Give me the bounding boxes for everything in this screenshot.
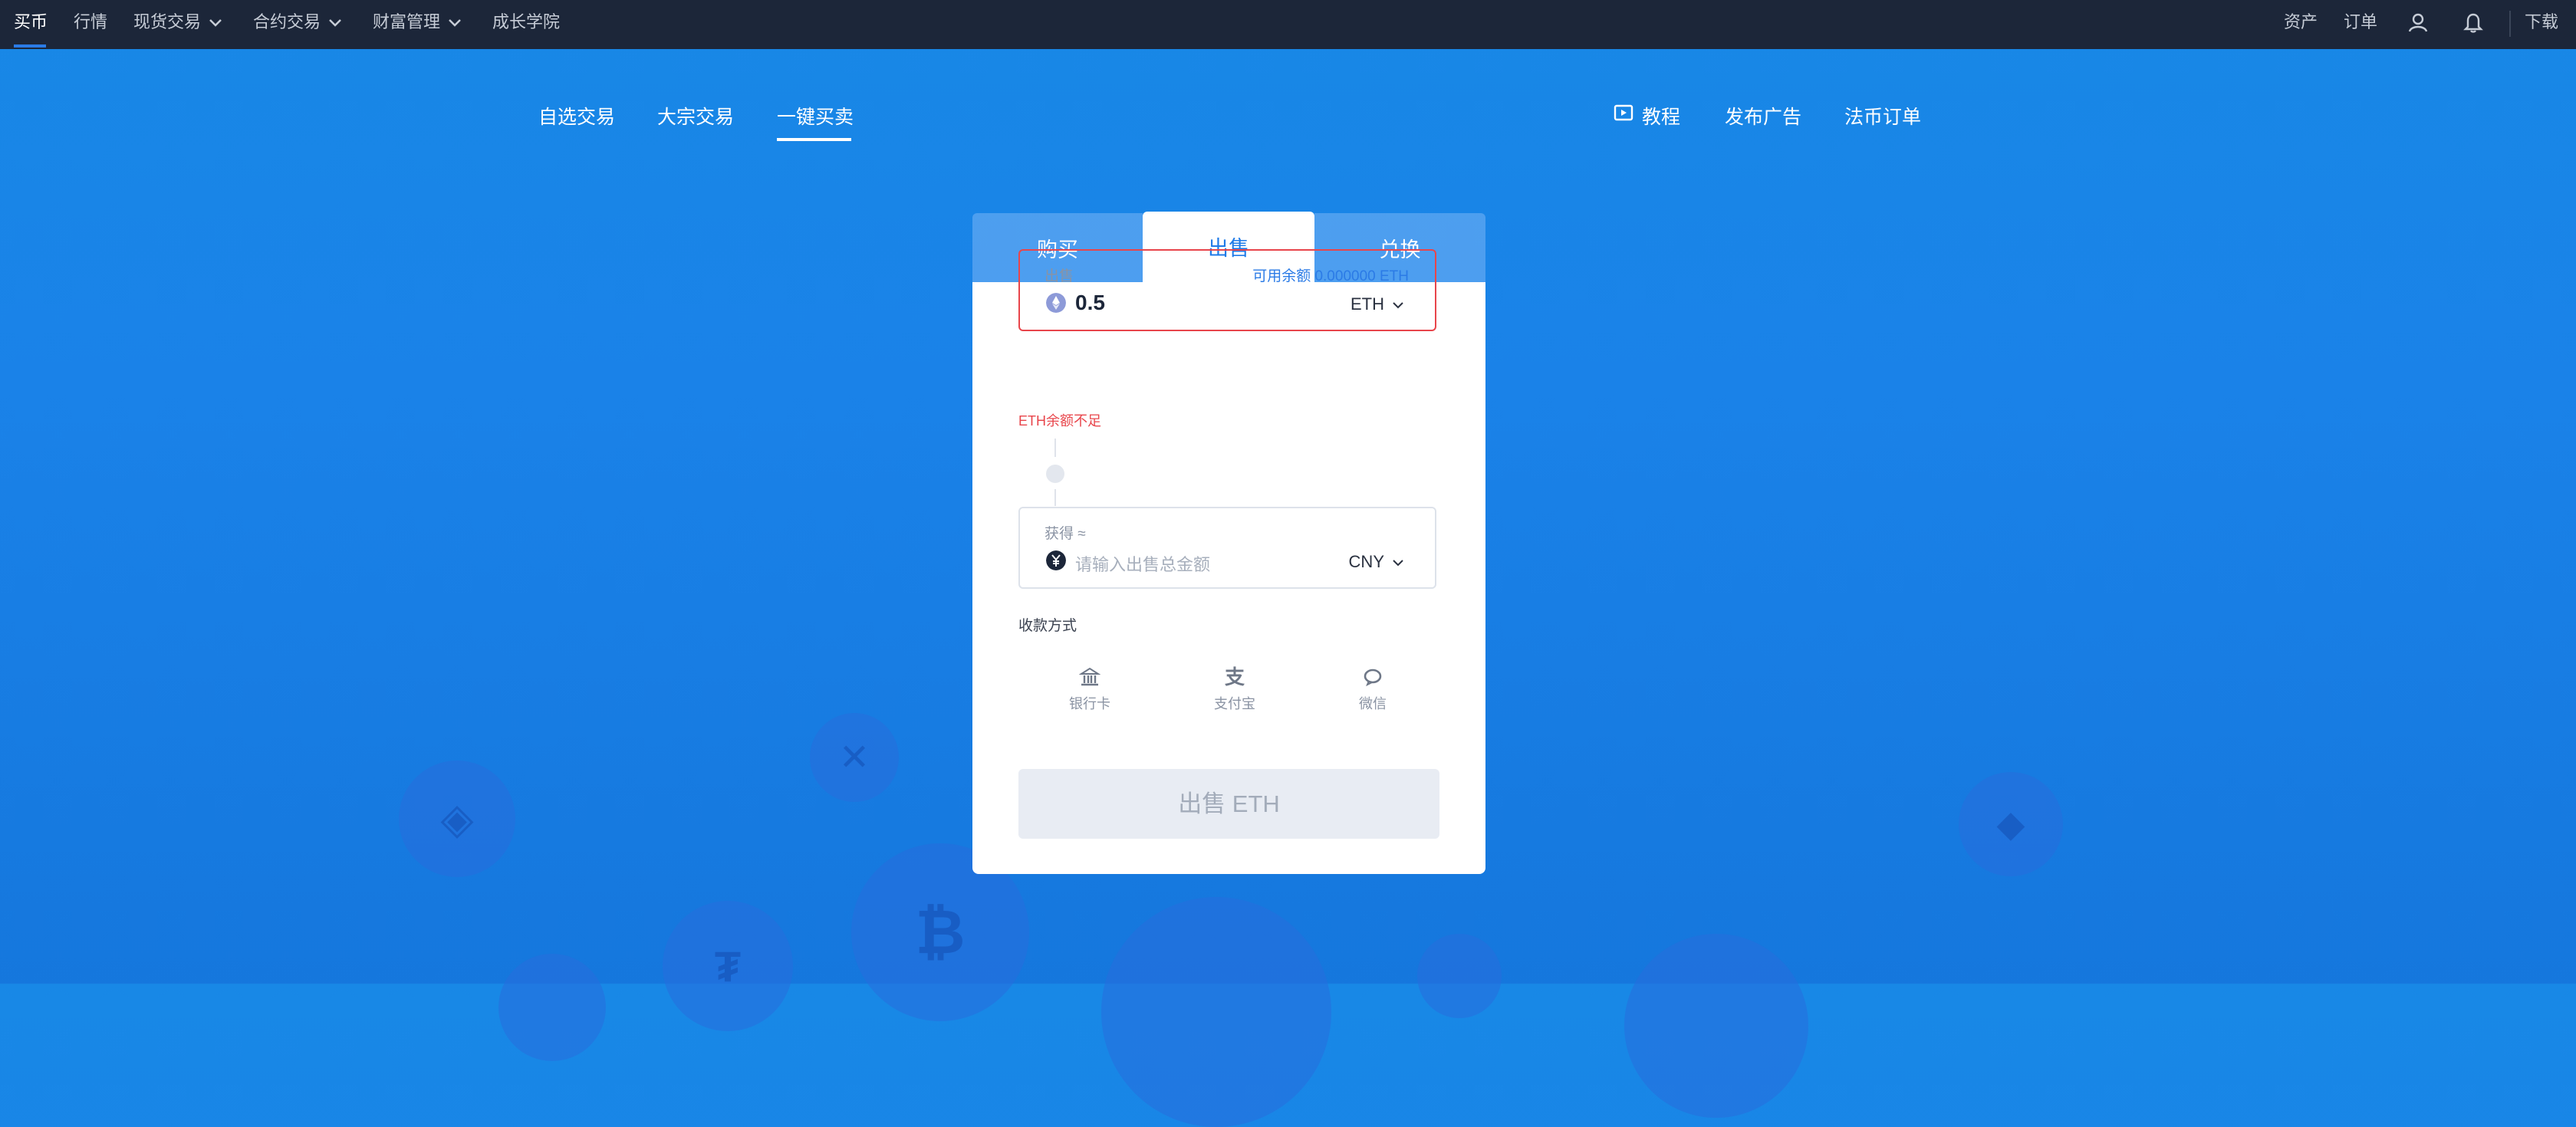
bell-icon[interactable]: [2462, 11, 2485, 34]
receive-field-label: 获得 ≈: [1045, 526, 1086, 542]
eth-icon: [1046, 293, 1066, 313]
top-nav: 买币 行情 现货交易 合约交易 财富管理 成长学院 资产 订单 下载: [0, 0, 2576, 49]
subnav-fiat-orders[interactable]: 法币订单: [1844, 102, 1921, 130]
swap-arrow-icon: [1046, 465, 1064, 483]
nav-spot-trading-label: 现货交易: [133, 12, 202, 31]
nav-assets[interactable]: 资产: [2284, 0, 2318, 49]
coin-decoration-bottom: [1624, 934, 1808, 1118]
receive-currency-label: CNY: [1348, 552, 1384, 571]
play-video-icon[interactable]: [1614, 104, 1633, 123]
eth-coin-decoration: ◆: [1959, 772, 2063, 876]
payment-alipay[interactable]: 支 支付宝: [1196, 665, 1273, 713]
nav-futures-trading[interactable]: 合约交易: [253, 0, 342, 49]
wechat-label: 微信: [1359, 696, 1387, 711]
nav-divider: [2509, 11, 2511, 37]
eos-coin-decoration: ◈: [399, 761, 515, 877]
user-icon[interactable]: [2407, 11, 2430, 34]
yuan-icon: [1046, 550, 1066, 570]
sell-currency-select[interactable]: ETH: [1351, 294, 1404, 314]
wechat-icon: [1364, 669, 1382, 687]
subnav-block-trading[interactable]: 大宗交易: [657, 102, 734, 130]
coin-decoration: ✕: [810, 713, 899, 802]
tether-icon: ₮: [714, 941, 742, 991]
nav-active-indicator: [14, 44, 46, 48]
subnav-one-click-trade[interactable]: 一键买卖: [777, 102, 854, 130]
cross-coin-icon: ✕: [838, 738, 870, 778]
eos-icon: ◈: [440, 794, 474, 843]
balance-error-message: ETH余额不足: [1018, 413, 1101, 429]
subnav-tutorial[interactable]: 教程: [1642, 102, 1680, 130]
nav-wealth-management-label: 财富管理: [373, 12, 441, 31]
sell-currency-label: ETH: [1351, 294, 1384, 314]
coin-decoration-left: [498, 954, 606, 1061]
coin-decoration-large: [1101, 897, 1331, 1127]
eth-icon: ◆: [1996, 804, 2025, 845]
alipay-label: 支付宝: [1214, 696, 1255, 711]
bank-icon: [1079, 667, 1100, 686]
nav-buy-crypto[interactable]: 买币: [14, 0, 48, 49]
payment-wechat[interactable]: 微信: [1334, 665, 1411, 713]
nav-wealth-management[interactable]: 财富管理: [373, 0, 462, 49]
connector-line: [1054, 439, 1056, 457]
nav-download[interactable]: 下载: [2525, 0, 2558, 49]
sell-amount-input[interactable]: 0.5: [1075, 291, 1105, 315]
receive-currency-select[interactable]: CNY: [1349, 552, 1404, 572]
subnav-p2p-trading[interactable]: 自选交易: [538, 102, 615, 130]
nav-spot-trading[interactable]: 现货交易: [133, 0, 222, 49]
chevron-down-icon: [1393, 302, 1403, 309]
coin-decoration-small: [1417, 934, 1502, 1018]
receive-amount-field[interactable]: 获得 ≈ 请输入出售总金额 CNY: [1018, 507, 1436, 589]
available-balance: 可用余额 0.000000 ETH: [1252, 268, 1409, 284]
payment-bank-card[interactable]: 银行卡: [1051, 665, 1128, 713]
receive-amount-input[interactable]: 请输入出售总金额: [1075, 551, 1210, 576]
subnav-active-indicator: [777, 138, 851, 141]
sell-field-label: 出售: [1045, 268, 1074, 284]
subnav-post-ad[interactable]: 发布广告: [1725, 102, 1801, 130]
nav-orders[interactable]: 订单: [2344, 0, 2377, 49]
sell-amount-field[interactable]: 出售 可用余额 0.000000 ETH 0.5 ETH: [1018, 249, 1436, 331]
chevron-down-icon: [209, 19, 222, 27]
chevron-down-icon: [1393, 560, 1403, 567]
nav-markets[interactable]: 行情: [74, 0, 107, 49]
alipay-icon: 支: [1224, 665, 1245, 688]
nav-academy[interactable]: 成长学院: [492, 0, 560, 49]
bank-card-label: 银行卡: [1069, 696, 1110, 711]
chevron-down-icon: [329, 19, 341, 27]
payment-method-title: 收款方式: [1018, 618, 1077, 634]
sell-eth-button[interactable]: 出售 ETH: [1018, 769, 1439, 839]
connector-line: [1054, 489, 1056, 506]
tether-coin-decoration: ₮: [663, 901, 793, 1031]
nav-futures-trading-label: 合约交易: [253, 12, 321, 31]
chevron-down-icon: [449, 19, 461, 27]
